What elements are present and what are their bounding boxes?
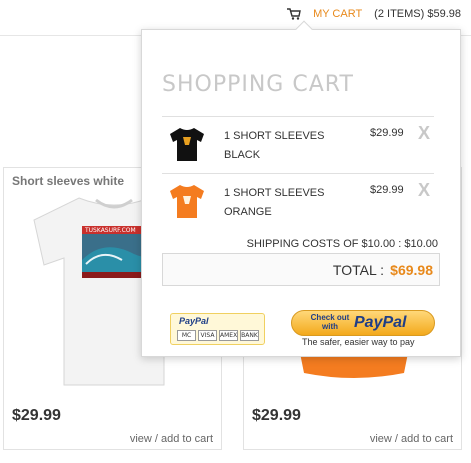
shipping-costs: SHIPPING COSTS OF $10.00 : $10.00	[246, 238, 438, 250]
cart-item-name: 1 SHORT SLEEVES BLACK	[224, 130, 325, 161]
cart-summary: (2 ITEMS) $59.98	[374, 8, 461, 20]
paypal-tagline: The safer, easier way to pay	[302, 337, 415, 347]
total-box: TOTAL : $69.98	[162, 253, 440, 286]
paypal-logo-text: PayPal	[179, 316, 209, 326]
remove-item-button[interactable]: X	[418, 180, 430, 201]
my-cart-link[interactable]: MY CART (2 ITEMS) $59.98	[287, 8, 461, 20]
amex-icon: AMEX	[219, 330, 238, 341]
cart-icon	[287, 8, 301, 20]
cart-dropdown: SHOPPING CART 1 SHORT SLEEVES BLACK $29.…	[141, 20, 461, 357]
my-cart-label[interactable]: MY CART	[313, 8, 362, 20]
product-title: Short sleeves white	[12, 174, 125, 188]
cart-item: 1 SHORT SLEEVES ORANGE $29.99 X	[162, 173, 434, 230]
bank-icon: BANK	[240, 330, 259, 341]
cart-heading: SHOPPING CART	[162, 72, 354, 97]
checkout-text: Check out with	[310, 313, 350, 331]
cart-item: 1 SHORT SLEEVES BLACK $29.99 X	[162, 116, 434, 173]
orange-tshirt-image[interactable]	[294, 353, 414, 383]
view-add-to-cart-link[interactable]: view / add to cart	[130, 433, 213, 445]
tshirt-banner-text: TUSKASURF.COM	[84, 227, 136, 234]
product-price: $29.99	[12, 407, 61, 424]
view-add-to-cart-link[interactable]: view / add to cart	[370, 433, 453, 445]
cart-item-price: $29.99	[370, 184, 404, 196]
black-tshirt-icon	[170, 128, 204, 161]
paypal-acceptance-logo: PayPal MC VISA AMEX BANK	[170, 313, 265, 345]
orange-tshirt-icon	[170, 185, 204, 218]
checkout-brand: PayPal	[354, 314, 407, 331]
cart-item-name: 1 SHORT SLEEVES ORANGE	[224, 187, 325, 218]
remove-item-button[interactable]: X	[418, 123, 430, 144]
mastercard-icon: MC	[177, 330, 196, 341]
paypal-checkout-button[interactable]: Check out with PayPal	[291, 310, 435, 336]
payment-cards: MC VISA AMEX BANK	[177, 330, 259, 341]
visa-icon: VISA	[198, 330, 217, 341]
product-price: $29.99	[252, 407, 301, 424]
total-label: TOTAL :	[332, 262, 384, 278]
cart-item-price: $29.99	[370, 127, 404, 139]
total-value: $69.98	[390, 262, 433, 278]
